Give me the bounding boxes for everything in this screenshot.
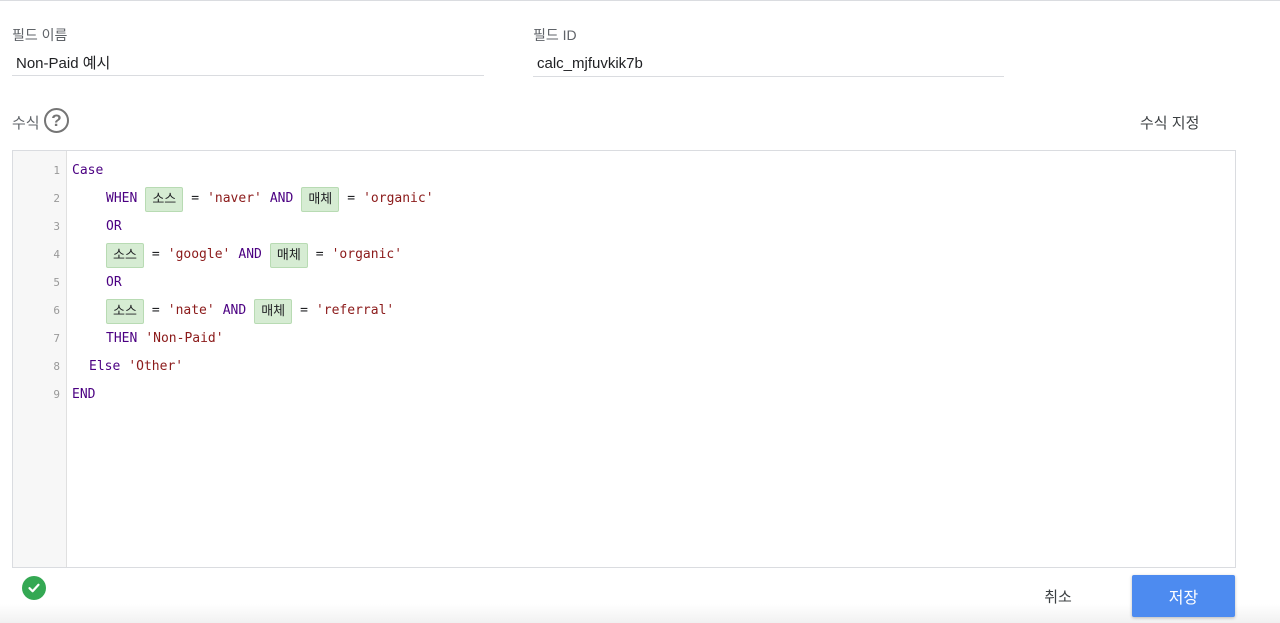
- field-id-input[interactable]: [533, 51, 1004, 77]
- formula-label: 수식: [12, 115, 40, 132]
- field-chip[interactable]: 소스: [106, 242, 144, 268]
- save-button[interactable]: 저장: [1132, 575, 1235, 617]
- line-number: 8: [53, 360, 60, 373]
- code-line: 소스 = 'google' AND 매체 = 'organic': [106, 241, 402, 269]
- line-number: 2: [53, 192, 60, 205]
- cancel-button[interactable]: 취소: [1028, 580, 1088, 612]
- field-id-label: 필드 ID: [533, 27, 577, 43]
- field-chip[interactable]: 매체: [254, 298, 293, 324]
- code-string: 'google': [167, 247, 231, 262]
- code-line: Else 'Other': [89, 353, 183, 381]
- line-number: 7: [53, 332, 60, 345]
- line-number: 9: [53, 388, 60, 401]
- code-string: 'nate': [167, 303, 215, 318]
- line-number: 5: [53, 276, 60, 289]
- code-line: 소스 = 'nate' AND 매체 = 'referral': [106, 297, 394, 325]
- line-number: 4: [53, 248, 60, 261]
- code-operator: =: [151, 247, 160, 262]
- format-formula-button[interactable]: 수식 지정: [1140, 112, 1199, 133]
- code-line: OR: [106, 213, 122, 241]
- line-number-gutter: 1 2 3 4 5 6 7 8 9: [13, 151, 67, 567]
- code-operator: =: [151, 303, 160, 318]
- field-name-input[interactable]: [12, 50, 484, 76]
- code-keyword: OR: [106, 219, 122, 234]
- field-chip[interactable]: 소스: [145, 186, 184, 212]
- field-name-label: 필드 이름: [12, 27, 68, 43]
- code-keyword: OR: [106, 275, 122, 290]
- code-string: 'Non-Paid': [145, 331, 224, 346]
- code-operator: =: [300, 303, 308, 318]
- code-string: 'naver': [207, 191, 262, 206]
- code-string: 'referral': [315, 303, 395, 318]
- footer-shadow: [0, 604, 1280, 623]
- code-keyword: AND: [222, 303, 247, 318]
- code-keyword: Else: [89, 359, 121, 374]
- code-operator: =: [347, 191, 356, 206]
- code-keyword: THEN: [106, 331, 138, 346]
- code-keyword: AND: [269, 191, 294, 206]
- code-string: 'organic': [363, 191, 434, 206]
- formula-editor[interactable]: 1 2 3 4 5 6 7 8 9 Case WHEN 소스 = 'naver' AND 매체 =…: [12, 150, 1236, 568]
- code-line: WHEN 소스 = 'naver' AND 매체 = 'organic': [106, 185, 434, 213]
- code-line: Case: [72, 157, 103, 185]
- top-divider: [0, 0, 1280, 1]
- code-keyword: AND: [238, 247, 262, 262]
- line-number: 1: [53, 164, 60, 177]
- code-operator: =: [315, 247, 324, 262]
- question-circle-icon[interactable]: ?: [44, 108, 69, 133]
- line-number: 6: [53, 304, 60, 317]
- code-line: THEN 'Non-Paid': [106, 325, 224, 353]
- code-keyword: END: [72, 387, 96, 402]
- code-line: OR: [106, 269, 122, 297]
- line-number: 3: [53, 220, 60, 233]
- code-string: 'Other': [128, 359, 184, 374]
- field-chip[interactable]: 소스: [106, 298, 144, 324]
- field-chip[interactable]: 매체: [301, 186, 340, 212]
- code-area[interactable]: Case WHEN 소스 = 'naver' AND 매체 = 'organic'…: [72, 151, 1235, 567]
- code-keyword: WHEN: [106, 191, 138, 206]
- code-keyword: Case: [72, 163, 104, 178]
- field-chip[interactable]: 매체: [269, 242, 308, 268]
- check-circle-icon: [22, 576, 46, 600]
- code-line: END: [72, 381, 95, 409]
- code-string: 'organic': [331, 247, 403, 262]
- code-operator: =: [191, 191, 200, 206]
